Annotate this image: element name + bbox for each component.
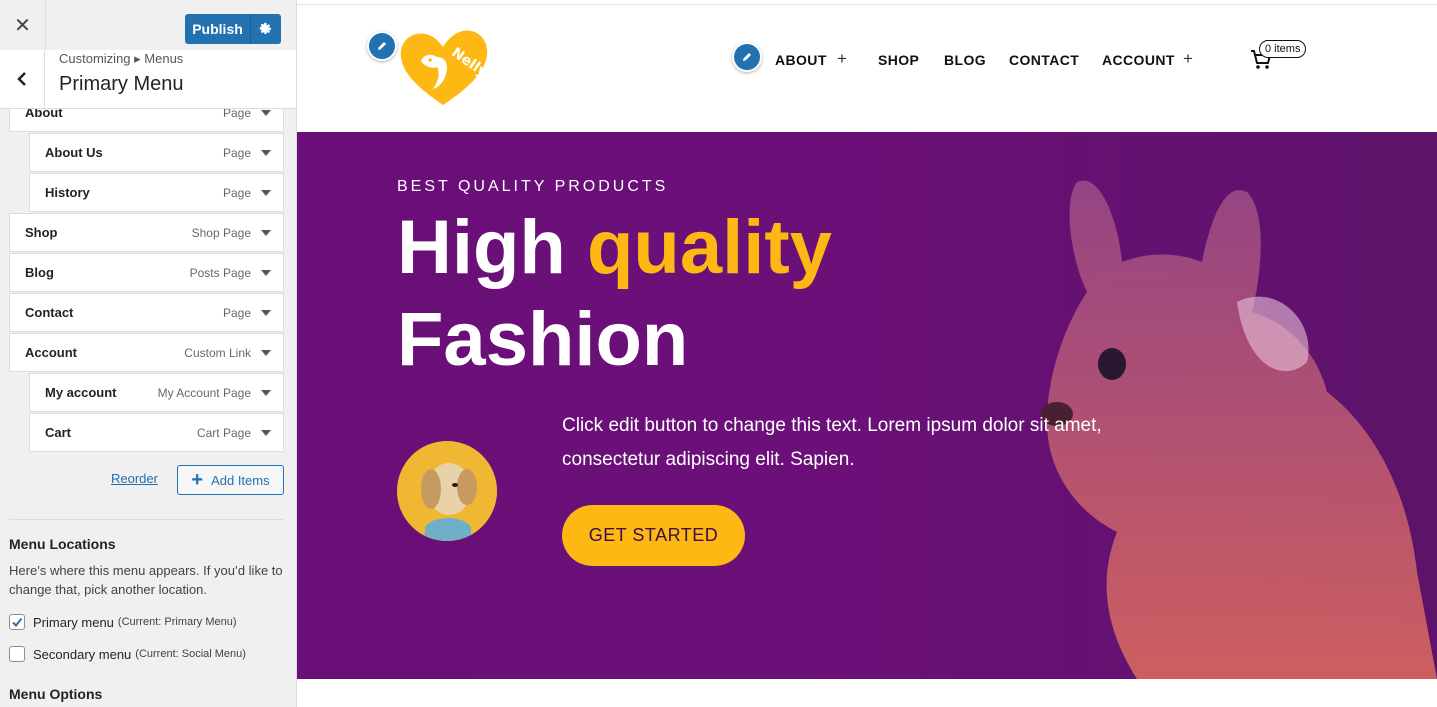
menu-item-type: Page bbox=[222, 185, 251, 200]
hero-eyebrow: BEST QUALITY PRODUCTS bbox=[397, 178, 669, 195]
menu-item-type: Posts Page bbox=[189, 265, 251, 280]
customizer-sidebar: ✕ Publish Customizing ▸ Menus Primary Me… bbox=[0, 0, 297, 707]
menu-item-type: Page bbox=[222, 305, 251, 320]
hero-avatar bbox=[397, 441, 497, 541]
breadcrumb: Customizing ▸ Menus bbox=[59, 51, 184, 66]
gear-icon bbox=[259, 22, 272, 35]
menu-item-title: My account bbox=[45, 385, 117, 400]
chevron-down-icon[interactable] bbox=[261, 229, 271, 236]
location-primary-row: Primary menu (Current: Primary Menu) bbox=[9, 614, 237, 630]
chevron-down-icon[interactable] bbox=[261, 189, 271, 196]
pencil-icon bbox=[743, 53, 751, 61]
menu-item-title: Blog bbox=[25, 265, 54, 280]
publish-label: Publish bbox=[192, 21, 243, 37]
menu-item-about-us[interactable]: About Us Page bbox=[29, 133, 284, 172]
location-current: (Current: Primary Menu) bbox=[117, 616, 237, 628]
menu-item-type: My Account Page bbox=[157, 385, 251, 400]
pencil-icon bbox=[378, 42, 386, 50]
chevron-down-icon[interactable] bbox=[261, 429, 271, 436]
site-logo[interactable]: Nelly bbox=[397, 27, 490, 112]
menu-item-title: Contact bbox=[25, 305, 74, 320]
chevron-down-icon[interactable] bbox=[261, 109, 271, 116]
edit-logo-button[interactable] bbox=[367, 31, 397, 61]
logo-image: Nelly bbox=[400, 30, 490, 105]
edit-menu-button[interactable] bbox=[732, 42, 762, 72]
checkmark-icon bbox=[12, 617, 23, 628]
nav-about[interactable]: ABOUT bbox=[775, 52, 827, 68]
location-label: Primary menu bbox=[33, 614, 114, 630]
close-icon: ✕ bbox=[14, 14, 31, 37]
menu-item-my-account[interactable]: My account My Account Page bbox=[29, 373, 284, 412]
menu-item-contact[interactable]: Contact Page bbox=[9, 293, 284, 332]
chevron-left-icon bbox=[17, 72, 26, 86]
section-header: Customizing ▸ Menus Primary Menu bbox=[0, 50, 296, 109]
secondary-menu-checkbox[interactable] bbox=[9, 646, 25, 662]
plus-icon: + bbox=[191, 469, 204, 491]
menu-locations-heading: Menu Locations bbox=[9, 536, 116, 552]
get-started-button[interactable]: GET STARTED bbox=[562, 505, 745, 566]
nav-blog[interactable]: BLOG bbox=[944, 52, 986, 68]
menu-item-shop[interactable]: Shop Shop Page bbox=[9, 213, 284, 252]
hero-body-text: Click edit button to change this text. L… bbox=[562, 415, 1102, 470]
nav-about-expand-icon[interactable]: + bbox=[837, 49, 847, 69]
menu-item-history[interactable]: History Page bbox=[29, 173, 284, 212]
hero-title: High quality Fashion bbox=[397, 202, 832, 386]
menu-item-cart[interactable]: Cart Cart Page bbox=[29, 413, 284, 452]
location-current: (Current: Social Menu) bbox=[135, 648, 246, 660]
back-button[interactable] bbox=[0, 50, 45, 108]
chevron-down-icon[interactable] bbox=[261, 389, 271, 396]
site-preview: Nelly ABOUT + SHOP BLOG CONTACT ACCOUNT … bbox=[297, 0, 1437, 707]
nav-contact[interactable]: CONTACT bbox=[1009, 52, 1079, 68]
customizer-header: ✕ Publish bbox=[0, 0, 296, 51]
nav-account[interactable]: ACCOUNT bbox=[1102, 52, 1175, 68]
menu-item-type: Custom Link bbox=[184, 345, 251, 360]
reorder-link[interactable]: Reorder bbox=[111, 471, 158, 486]
publish-button[interactable]: Publish bbox=[185, 14, 281, 44]
menu-item-title: Account bbox=[25, 345, 77, 360]
menu-item-type: Cart Page bbox=[196, 425, 251, 440]
menu-item-title: Cart bbox=[45, 425, 72, 440]
menu-locations-description: Here’s where this menu appears. If you’d… bbox=[9, 563, 283, 597]
chevron-down-icon[interactable] bbox=[261, 309, 271, 316]
hero-title-part1: High bbox=[397, 205, 566, 290]
menu-item-title: About Us bbox=[45, 145, 103, 160]
chevron-down-icon[interactable] bbox=[261, 269, 271, 276]
menu-item-title: History bbox=[45, 185, 90, 200]
hero-section: BEST QUALITY PRODUCTS High quality Fashi… bbox=[297, 132, 1437, 679]
menu-item-account[interactable]: Account Custom Link bbox=[9, 333, 284, 372]
primary-menu-checkbox[interactable] bbox=[9, 614, 25, 630]
menu-options-heading: Menu Options bbox=[9, 686, 103, 702]
chevron-down-icon[interactable] bbox=[261, 349, 271, 356]
location-secondary-row: Secondary menu (Current: Social Menu) bbox=[9, 646, 246, 662]
menu-item-title: Shop bbox=[25, 225, 58, 240]
publish-settings-button[interactable] bbox=[251, 22, 281, 36]
location-label: Secondary menu bbox=[33, 646, 132, 662]
add-items-button[interactable]: + Add Items bbox=[177, 465, 284, 495]
avatar-dog-image bbox=[397, 441, 497, 541]
cart-count-badge: 0 items bbox=[1259, 40, 1307, 58]
menu-item-type: Page bbox=[222, 145, 251, 160]
section-title: Primary Menu bbox=[59, 73, 184, 95]
hero-title-line2: Fashion bbox=[397, 297, 689, 382]
hero-title-accent: quality bbox=[586, 205, 832, 290]
menu-item-type: Shop Page bbox=[191, 225, 251, 240]
chevron-down-icon[interactable] bbox=[261, 149, 271, 156]
menu-item-blog[interactable]: Blog Posts Page bbox=[9, 253, 284, 292]
nav-shop[interactable]: SHOP bbox=[878, 52, 919, 68]
close-customizer-button[interactable]: ✕ bbox=[0, 0, 46, 50]
add-items-label: Add Items bbox=[211, 472, 270, 488]
divider bbox=[9, 519, 284, 520]
nav-account-expand-icon[interactable]: + bbox=[1183, 49, 1193, 69]
